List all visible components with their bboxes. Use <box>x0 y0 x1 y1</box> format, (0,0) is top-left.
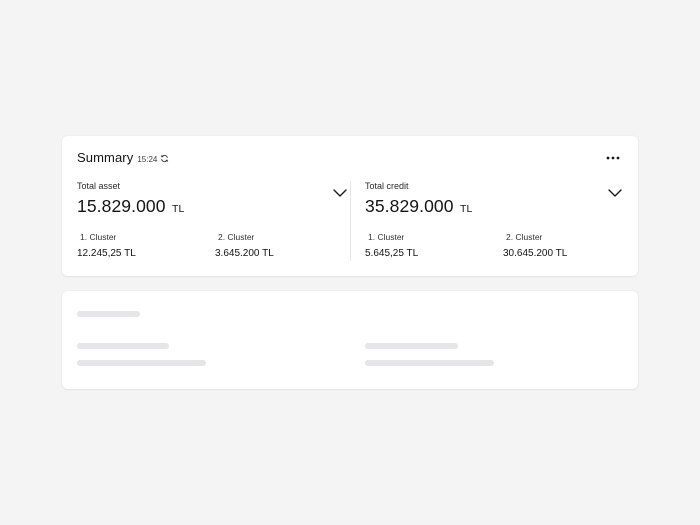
total-asset-cluster-2: 2. Cluster 3.645.200 TL <box>215 232 274 259</box>
total-credit-amount: 35.829.000 TL <box>365 196 472 217</box>
total-credit-currency: TL <box>460 203 473 215</box>
total-credit-cluster-2: 2. Cluster 30.645.200 TL <box>503 232 567 259</box>
panel-divider <box>350 181 351 261</box>
chevron-down-icon <box>333 189 347 197</box>
skeleton-line <box>365 343 458 349</box>
total-asset-value: 15.829.000 <box>77 196 166 216</box>
total-credit-value: 35.829.000 <box>365 196 454 216</box>
total-credit-panel: Total credit 35.829.000 TL 1. Cluster 5.… <box>365 181 623 266</box>
cluster-label: 1. Cluster <box>80 232 117 242</box>
total-asset-expand-button[interactable] <box>332 187 348 199</box>
cluster-label: 1. Cluster <box>368 232 405 242</box>
more-options-button[interactable] <box>603 150 623 166</box>
cluster-value: 12.245,25 TL <box>77 248 136 259</box>
cluster-label: 2. Cluster <box>218 232 255 242</box>
cluster-value: 30.645.200 TL <box>503 248 568 259</box>
cluster-value: 5.645,25 TL <box>365 248 419 259</box>
refresh-icon[interactable] <box>160 154 169 163</box>
total-credit-expand-button[interactable] <box>607 187 623 199</box>
cluster-label: 2. Cluster <box>506 232 543 242</box>
skeleton-title-bar <box>77 311 140 317</box>
total-credit-cluster-1: 1. Cluster 5.645,25 TL <box>365 232 418 259</box>
skeleton-line <box>365 360 494 366</box>
total-asset-cluster-1: 1. Cluster 12.245,25 TL <box>77 232 136 259</box>
total-asset-panel: Total asset 15.829.000 TL 1. Cluster 12.… <box>77 181 348 266</box>
total-credit-label: Total credit <box>365 181 409 191</box>
loading-skeleton-card <box>62 291 638 389</box>
more-horizontal-icon <box>606 156 620 160</box>
total-asset-amount: 15.829.000 TL <box>77 196 184 217</box>
summary-time: 15:24 <box>137 155 158 164</box>
summary-title: Summary <box>77 150 134 165</box>
cluster-value: 3.645.200 TL <box>215 248 274 259</box>
summary-card: Summary 15:24 Total asset 15.829.000 TL <box>62 136 638 276</box>
skeleton-line <box>77 343 169 349</box>
total-asset-currency: TL <box>172 203 185 215</box>
skeleton-line <box>77 360 206 366</box>
chevron-down-icon <box>608 189 622 197</box>
total-asset-label: Total asset <box>77 181 121 191</box>
summary-header: Summary 15:24 <box>77 150 169 165</box>
